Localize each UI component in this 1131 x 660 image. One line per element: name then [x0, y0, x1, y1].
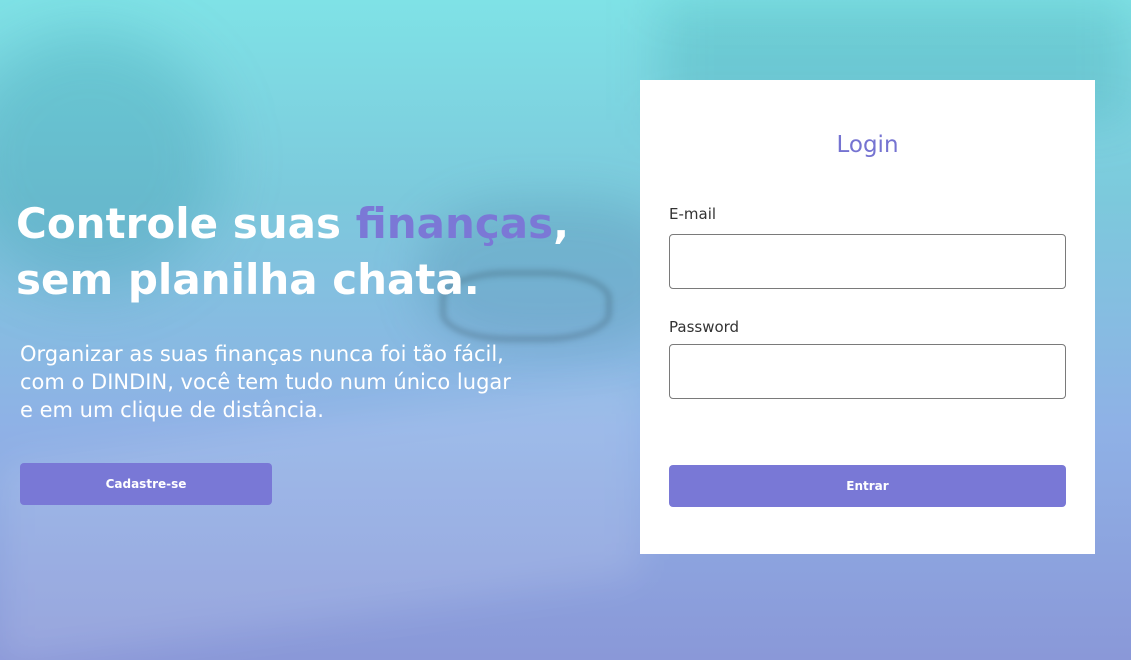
subtitle-line: com o DINDIN, você tem tudo num único lu… [20, 370, 511, 394]
login-submit-button[interactable]: Entrar [669, 465, 1066, 507]
landing-page: Controle suas finanças, sem planilha chat… [0, 0, 1131, 660]
headline-line2: sem planilha chata. [16, 255, 480, 304]
login-title: Login [836, 132, 899, 158]
hero-subtitle: Organizar as suas finanças nunca foi tão… [20, 340, 580, 424]
subtitle-line: e em um clique de distância. [20, 398, 324, 422]
email-field[interactable] [669, 234, 1066, 289]
login-card: Login E-mail Password Entrar [640, 80, 1095, 554]
hero-section: Controle suas finanças, sem planilha chat… [16, 196, 616, 308]
password-label: Password [669, 318, 740, 336]
email-label: E-mail [669, 205, 717, 223]
signup-button[interactable]: Cadastre-se [20, 463, 272, 505]
hero-headline: Controle suas finanças, sem planilha chat… [16, 196, 616, 308]
headline-accent: finanças [355, 199, 554, 248]
headline-comma: , [553, 199, 570, 248]
headline-text: Controle suas [16, 199, 356, 248]
subtitle-line: Organizar as suas finanças nunca foi tão… [20, 342, 504, 366]
password-field[interactable] [669, 344, 1066, 399]
